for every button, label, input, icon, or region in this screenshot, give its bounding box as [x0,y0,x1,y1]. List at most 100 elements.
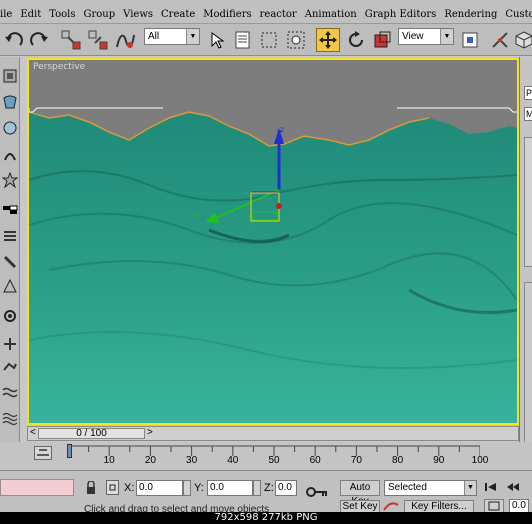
key-selection-dropdown[interactable]: Selected ▼ [384,480,477,496]
selection-filter-value: All [148,31,160,42]
main-toolbar: All ▼ View ▼ [0,24,532,56]
cloth-collection-icon[interactable] [1,93,19,111]
frame-tick-label: 40 [227,455,239,466]
frame-tick-label: 30 [186,455,198,466]
time-slider-next-button[interactable]: > [147,427,153,438]
absolute-mode-toggle-icon[interactable] [106,480,119,495]
motor-icon[interactable] [1,277,19,295]
command-panel-box[interactable]: P [524,86,532,100]
status-bar: X: 0.0 Y: 0.0 Z: 0.0 Auto Key Selected ▼… [0,470,532,515]
select-object-icon[interactable] [205,28,229,52]
select-by-name-icon[interactable] [231,28,255,52]
auto-key-button[interactable]: Auto Key [340,480,380,507]
deforming-mesh-icon[interactable] [1,171,19,189]
select-and-scale-icon[interactable] [370,28,394,52]
x-coordinate-field[interactable]: 0.0 [136,480,183,496]
redo-icon[interactable] [27,28,51,52]
menu-item[interactable]: Group [80,9,120,20]
gizmo-y-label: y [195,210,199,219]
menu-item[interactable]: Tools [45,9,79,20]
command-panel-rollout[interactable] [524,137,532,267]
menu-item[interactable]: Create [157,9,199,20]
curve-editor-icon[interactable] [34,446,52,460]
time-slider-bar: < 0 / 100 > [27,426,519,441]
keyboard-shortcut-icon[interactable] [512,28,532,52]
track-bar[interactable]: 10 20 30 40 50 60 70 80 90 100 [0,442,532,470]
menu-item[interactable]: ile [0,9,16,20]
frame-marker[interactable] [67,444,72,458]
frame-tick-label: 90 [433,455,445,466]
y-label: Y: [194,482,204,494]
wind-icon[interactable] [1,307,19,325]
frame-tick-label: 20 [144,455,156,466]
rigid-body-collection-icon[interactable] [1,67,19,85]
frame-tick-label: 80 [392,455,404,466]
select-and-rotate-icon[interactable] [344,28,368,52]
time-slider[interactable]: 0 / 100 [38,428,145,439]
menu-item[interactable]: Animation [301,9,361,20]
select-and-manipulate-icon[interactable] [488,28,512,52]
frame-tick-label: 100 [471,455,489,466]
constraint-solver-icon[interactable] [1,409,19,427]
chevron-down-icon: ▼ [186,29,199,44]
go-to-start-icon[interactable] [484,481,498,496]
unlink-selection-icon[interactable] [86,28,110,52]
window-crossing-icon[interactable] [284,28,308,52]
menu-bar: ile Edit Tools Group Views Create Modifiers rea… [0,0,532,24]
time-config-icon[interactable] [484,499,504,513]
select-and-move-icon[interactable] [316,28,340,52]
z-coordinate-field[interactable]: 0.0 [275,480,297,496]
time-slider-value: 0 / 100 [76,428,107,439]
previous-frame-icon[interactable] [506,481,520,496]
gizmo-z-label: z [280,125,284,134]
spring-icon[interactable] [1,227,19,245]
x-spinner[interactable] [183,480,191,496]
image-info-bar: 792x598 277kb PNG [0,512,532,524]
frame-tick-label: 50 [268,455,280,466]
key-selection-value: Selected [388,482,427,493]
command-panel-box[interactable]: M [524,107,532,121]
plane-icon[interactable] [1,201,19,219]
y-coordinate-field[interactable]: 0.0 [207,480,253,496]
key-icon[interactable] [306,487,328,500]
command-panel: P M [519,57,532,497]
soft-body-collection-icon[interactable] [1,119,19,137]
reference-coordinate-dropdown[interactable]: View ▼ [398,28,454,45]
water-icon[interactable] [1,383,19,401]
menu-item[interactable]: Views [119,9,157,20]
frame-tick-label: 70 [350,455,362,466]
undo-icon[interactable] [2,28,26,52]
menu-item[interactable]: reactor [256,9,301,20]
y-spinner[interactable] [253,480,261,496]
menu-item[interactable]: Graph Editors [361,9,441,20]
use-pivot-center-icon[interactable] [458,28,482,52]
bind-to-space-warp-icon[interactable] [113,28,137,52]
viewport-label: Perspective [33,62,86,72]
chevron-down-icon: ▼ [440,29,453,44]
time-slider-prev-button[interactable]: < [30,427,36,438]
z-label: Z: [264,482,274,494]
menu-item[interactable]: Rendering [440,9,501,20]
frame-tick-label: 60 [309,455,321,466]
menu-item[interactable]: Modifiers [199,9,255,20]
rectangular-selection-icon[interactable] [257,28,281,52]
fracture-icon[interactable] [1,359,19,377]
terrain-mesh[interactable] [29,60,517,423]
toy-car-icon[interactable] [1,335,19,353]
reactor-toolbar [0,57,20,472]
menu-item[interactable]: Edit [16,9,45,20]
frame-tick-label: 10 [103,455,115,466]
reference-coordinate-value: View [402,31,424,42]
select-and-link-icon[interactable] [59,28,83,52]
x-label: X: [124,482,135,494]
lock-icon[interactable] [85,480,97,498]
chevron-down-icon: ▼ [464,481,476,495]
menu-item[interactable]: Customiz [501,9,532,20]
selection-filter-dropdown[interactable]: All ▼ [144,28,200,45]
set-key-icon[interactable] [382,499,400,513]
perspective-viewport[interactable]: Perspective z y [27,58,519,425]
dashpot-icon[interactable] [1,253,19,271]
maxscript-listener[interactable] [0,479,74,496]
current-frame-field[interactable]: 0.0 [509,499,529,513]
rope-collection-icon[interactable] [1,145,19,163]
